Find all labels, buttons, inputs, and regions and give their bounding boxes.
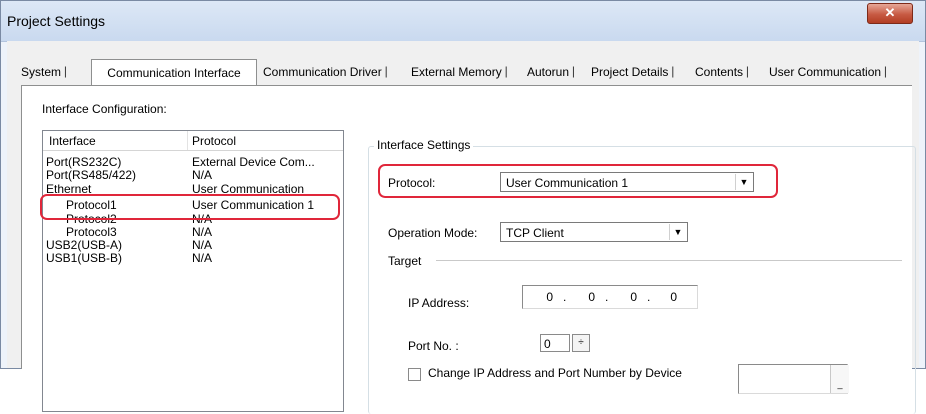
ip-octet-4[interactable]: 0 (653, 290, 677, 304)
change-ip-checkbox[interactable] (408, 368, 421, 381)
protocol-cell: N/A (192, 238, 213, 252)
port-no-value: 0 (544, 337, 551, 351)
ip-dot: . (647, 290, 651, 304)
operation-mode-value: TCP Client (506, 226, 564, 240)
interface-cell: USB1(USB-B) (46, 251, 123, 265)
project-settings-window: Project Settings ✕ System Communication … (0, 0, 926, 414)
tab-system[interactable]: System (21, 64, 67, 83)
list-item[interactable]: Port(RS232C) External Device Com... (43, 155, 343, 169)
ip-dot: . (563, 290, 567, 304)
list-item[interactable]: Protocol3 N/A (43, 225, 343, 239)
column-protocol[interactable]: Protocol (192, 134, 236, 148)
target-divider (436, 260, 902, 261)
tab-contents[interactable]: Contents (695, 64, 749, 83)
dialog-client: System Communication Interface Communica… (7, 41, 919, 414)
ip-octet-1[interactable]: 0 (529, 290, 553, 304)
change-ip-label[interactable]: Change IP Address and Port Number by Dev… (428, 366, 682, 380)
interface-cell: Port(RS232C) (46, 155, 122, 169)
column-divider (187, 131, 188, 150)
column-interface[interactable]: Interface (49, 134, 96, 148)
protocol-cell: N/A (192, 251, 213, 265)
window-title: Project Settings (7, 13, 106, 29)
interface-cell: Protocol3 (66, 225, 117, 239)
protocol-cell: N/A (192, 225, 213, 239)
interface-cell: USB2(USB-A) (46, 238, 123, 252)
ip-address-field[interactable]: 0 . 0 . 0 . 0 (522, 285, 698, 309)
list-item[interactable]: USB1(USB-B) N/A (43, 251, 343, 265)
tab-user-communication[interactable]: User Communication (769, 64, 887, 83)
target-label: Target (388, 254, 422, 268)
chevron-down-icon[interactable]: ▼ (669, 224, 686, 240)
port-spin-button[interactable]: ÷ (572, 334, 590, 352)
protocol-highlight (378, 164, 778, 198)
close-button[interactable]: ✕ (867, 3, 913, 24)
protocol-cell: N/A (192, 168, 213, 182)
interface-configuration-label: Interface Configuration: (42, 102, 167, 116)
title-bar: Project Settings ✕ (1, 1, 925, 42)
interface-cell: Port(RS485/422) (46, 168, 137, 182)
tab-communication-driver[interactable]: Communication Driver (263, 64, 387, 83)
port-no-input[interactable]: 0 (540, 334, 570, 352)
tab-project-details[interactable]: Project Details (591, 64, 675, 83)
interface-settings-title: Interface Settings (374, 138, 474, 152)
communication-interface-panel: Interface Configuration: Interface Proto… (21, 85, 916, 414)
list-item[interactable]: Port(RS485/422) N/A (43, 168, 343, 182)
protocol-cell: External Device Com... (192, 155, 315, 169)
tab-strip: System Communication Interface Communica… (7, 59, 919, 85)
list-item[interactable]: USB2(USB-A) N/A (43, 238, 343, 252)
ip-octet-3[interactable]: 0 (613, 290, 637, 304)
tab-communication-interface[interactable]: Communication Interface (91, 59, 257, 85)
device-browse-button[interactable]: _ (830, 365, 849, 393)
list-header: Interface Protocol (43, 131, 343, 151)
tab-autorun[interactable]: Autorun (527, 64, 575, 83)
interface-list[interactable]: Interface Protocol Port(RS232C) External… (42, 130, 344, 412)
ip-address-label: IP Address: (408, 296, 470, 310)
spin-updown-icon: ÷ (578, 337, 584, 348)
port-no-label: Port No. : (408, 339, 459, 353)
tab-external-memory[interactable]: External Memory (411, 64, 507, 83)
ip-octet-2[interactable]: 0 (571, 290, 595, 304)
ip-dot: . (605, 290, 609, 304)
selected-row-highlight (40, 194, 340, 220)
operation-mode-select[interactable]: TCP Client ▼ (500, 222, 688, 242)
operation-mode-label: Operation Mode: (388, 226, 478, 240)
